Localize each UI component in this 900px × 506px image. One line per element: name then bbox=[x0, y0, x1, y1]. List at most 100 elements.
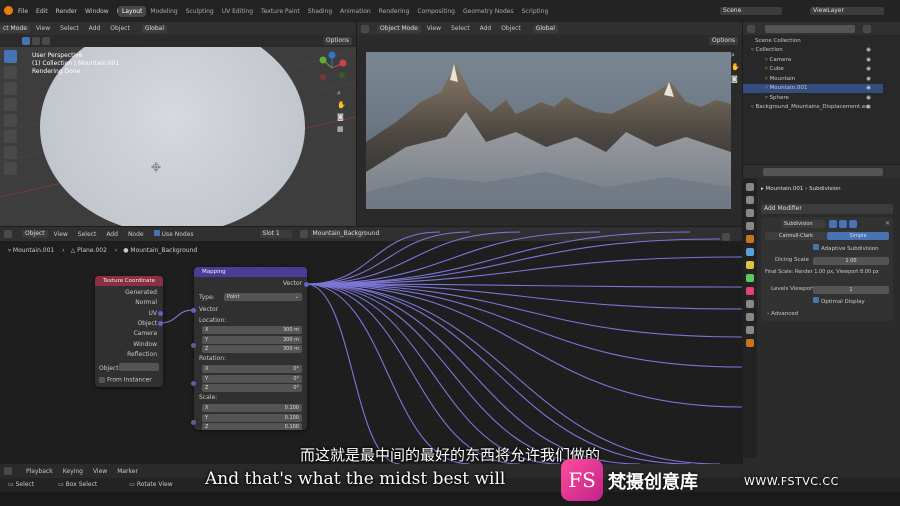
menu-playback[interactable]: Playback bbox=[22, 466, 57, 477]
scl-field[interactable]: X 0.100 bbox=[202, 404, 302, 412]
menu-window[interactable]: Window bbox=[81, 6, 113, 17]
select-tool-icon[interactable] bbox=[4, 50, 17, 63]
menu-file[interactable]: File bbox=[14, 6, 32, 17]
breadcrumb-object[interactable]: Mountain.001 bbox=[13, 247, 54, 254]
breadcrumb-mesh[interactable]: Plane.002 bbox=[77, 247, 107, 254]
scl-field[interactable]: Y 0.100 bbox=[202, 413, 302, 422]
outliner-item[interactable]: ▿ Mountain.001 ◉ bbox=[743, 84, 883, 93]
material-browse-icon[interactable] bbox=[299, 230, 308, 238]
camera-view-icon[interactable]: ◙ bbox=[337, 114, 347, 121]
texture-coordinate-node[interactable]: Texture Coordinate Generated Normal UV Obje… bbox=[95, 276, 163, 387]
properties-tab-icon[interactable] bbox=[746, 222, 754, 230]
tab-shading[interactable]: Shading bbox=[304, 6, 336, 17]
node-editor[interactable]: Object View Select Add Node Use Nodes Sl… bbox=[0, 227, 742, 464]
use-nodes-checkbox[interactable]: Use Nodes bbox=[150, 229, 198, 240]
from-instancer-checkbox[interactable]: From Instancer bbox=[99, 377, 152, 384]
menu-node[interactable]: Node bbox=[124, 229, 148, 240]
outliner-item[interactable]: ▿ Camera ◉ bbox=[743, 56, 883, 65]
catmull-clark-button[interactable]: Catmull-Clark bbox=[765, 232, 827, 240]
socket-scale[interactable] bbox=[191, 420, 196, 425]
pan-icon[interactable]: ✋ bbox=[337, 102, 347, 109]
adaptive-subdivision-checkbox[interactable]: Adaptive Subdivision bbox=[813, 244, 879, 254]
cursor-tool-icon[interactable] bbox=[4, 66, 17, 79]
menu-object-right[interactable]: Object bbox=[497, 23, 525, 34]
tab-compositing[interactable]: Compositing bbox=[413, 6, 459, 17]
options-dropdown-right[interactable]: Options bbox=[708, 37, 738, 45]
outliner-type-icon[interactable] bbox=[747, 24, 755, 33]
select-extend-icon[interactable] bbox=[42, 37, 50, 45]
view-layer-selector[interactable]: ViewLayer bbox=[810, 7, 884, 15]
slot-dropdown[interactable]: Slot 1 bbox=[259, 230, 292, 238]
optimal-display-checkbox[interactable]: Optimal Display bbox=[813, 297, 865, 307]
modifier-name-field[interactable]: Subdivision bbox=[781, 220, 825, 228]
loc-field[interactable]: X 300 m bbox=[202, 326, 302, 334]
tab-geometry-nodes[interactable]: Geometry Nodes bbox=[459, 6, 518, 17]
outliner-item[interactable]: ▿ Mountain ◉ bbox=[743, 75, 883, 84]
rot-field[interactable]: Y 0° bbox=[202, 374, 302, 383]
transform-tool-icon[interactable] bbox=[4, 130, 17, 143]
outliner-search-input[interactable] bbox=[765, 24, 855, 33]
mapping-type-dropdown[interactable]: Point ⌄ bbox=[224, 293, 302, 301]
loc-field[interactable]: Z 300 m bbox=[202, 345, 302, 353]
pan-icon-right[interactable]: ✋ bbox=[731, 64, 741, 71]
menu-view[interactable]: View bbox=[32, 23, 54, 34]
socket-mapping-out[interactable] bbox=[304, 282, 309, 287]
socket-tc-object[interactable] bbox=[158, 321, 163, 326]
filter-icon[interactable] bbox=[863, 24, 871, 33]
menu-view-node[interactable]: View bbox=[50, 229, 72, 240]
sidebar-toggle-icon[interactable] bbox=[722, 233, 730, 241]
rotate-tool-icon[interactable] bbox=[4, 98, 17, 111]
outliner-item[interactable]: ▿ Sphere ◉ bbox=[743, 94, 883, 103]
annotate-tool-icon[interactable] bbox=[4, 146, 17, 159]
socket-rotation[interactable] bbox=[191, 381, 196, 386]
properties-tab-icon[interactable] bbox=[746, 183, 754, 191]
socket-mapping-in[interactable] bbox=[191, 308, 196, 313]
loc-field[interactable]: Y 300 m bbox=[202, 335, 302, 344]
select-box-icon[interactable] bbox=[22, 37, 30, 45]
properties-tab-icon[interactable] bbox=[746, 339, 754, 347]
orientation-dropdown-right[interactable]: Global bbox=[532, 24, 558, 33]
tab-animation[interactable]: Animation bbox=[336, 6, 375, 17]
object-field[interactable] bbox=[119, 363, 159, 371]
outliner-item[interactable]: ▿ Collection ◉ bbox=[743, 46, 883, 55]
visibility-eye-icon[interactable]: ◉ bbox=[866, 65, 871, 74]
menu-marker[interactable]: Marker bbox=[113, 466, 142, 477]
tab-scripting[interactable]: Scripting bbox=[518, 6, 553, 17]
visibility-eye-icon[interactable]: ◉ bbox=[866, 46, 871, 55]
socket-tc-uv[interactable] bbox=[158, 311, 163, 316]
zoom-icon-right[interactable]: ⌕ bbox=[731, 52, 741, 59]
rot-field[interactable]: Z 0° bbox=[202, 384, 302, 392]
rot-field[interactable]: X 0° bbox=[202, 365, 302, 373]
menu-timeline-view[interactable]: View bbox=[89, 466, 111, 477]
scale-tool-icon[interactable] bbox=[4, 114, 17, 127]
menu-view-right[interactable]: View bbox=[423, 23, 445, 34]
menu-object[interactable]: Object bbox=[106, 23, 134, 34]
menu-render[interactable]: Render bbox=[52, 6, 81, 17]
menu-edit[interactable]: Edit bbox=[32, 6, 52, 17]
properties-tab-icon[interactable] bbox=[746, 196, 754, 204]
socket-location[interactable] bbox=[191, 343, 196, 348]
properties-search-input[interactable] bbox=[763, 167, 883, 176]
camera-icon-right[interactable]: ◙ bbox=[731, 76, 741, 83]
properties-tab-icon[interactable] bbox=[746, 248, 754, 256]
measure-tool-icon[interactable] bbox=[4, 162, 17, 175]
shader-type-dropdown[interactable]: Object bbox=[22, 230, 48, 238]
timeline-type-icon[interactable] bbox=[4, 467, 12, 475]
navigation-gizmo[interactable] bbox=[316, 50, 348, 84]
mode-dropdown-right[interactable]: Object Mode bbox=[377, 24, 421, 33]
dicing-scale-field[interactable]: 1.00 bbox=[813, 257, 889, 265]
select-mode-icon[interactable] bbox=[32, 37, 40, 45]
properties-tab-icon[interactable] bbox=[746, 209, 754, 217]
simple-button[interactable]: Simple bbox=[827, 232, 889, 240]
menu-add[interactable]: Add bbox=[85, 23, 105, 34]
scl-field[interactable]: Z 0.100 bbox=[202, 423, 302, 430]
advanced-panel-toggle[interactable]: › Advanced bbox=[767, 310, 798, 319]
tab-layout[interactable]: Layout bbox=[118, 6, 147, 17]
visibility-eye-icon[interactable]: ◉ bbox=[866, 94, 871, 103]
menu-select-node[interactable]: Select bbox=[74, 229, 101, 240]
blender-logo-icon[interactable] bbox=[4, 6, 13, 15]
mode-dropdown[interactable]: ct Mode bbox=[0, 24, 30, 33]
zoom-icon[interactable]: ⌕ bbox=[337, 90, 347, 97]
node-editor-type-icon[interactable] bbox=[4, 230, 12, 238]
outliner-item[interactable]: ▿ Cube ◉ bbox=[743, 65, 883, 74]
